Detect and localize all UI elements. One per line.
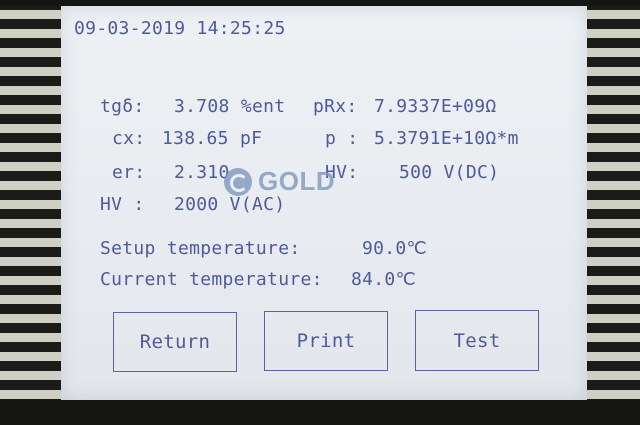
- prx-value: 7.9337E+09Ω: [374, 96, 497, 117]
- current-temperature-value: 84.0℃: [351, 269, 417, 290]
- setup-temperature-value: 90.0℃: [362, 238, 428, 259]
- print-button-label: Print: [296, 330, 356, 352]
- current-temperature-label: Current temperature:: [100, 269, 323, 290]
- return-button-label: Return: [139, 331, 211, 353]
- datetime-display: 09-03-2019 14:25:25: [74, 18, 286, 39]
- resistivity-label: p :: [325, 128, 359, 149]
- er-label: er:: [112, 162, 146, 183]
- print-button[interactable]: Print: [264, 311, 388, 371]
- gold-watermark: GOLD: [224, 166, 335, 197]
- cx-value: 138.65 pF: [162, 128, 263, 149]
- hv-ac-label: HV :: [100, 194, 145, 215]
- resistivity-value: 5.3791E+10Ω*m: [374, 128, 519, 149]
- lcd-screen: 09-03-2019 14:25:25 tgδ: 3.708 %ent pRx:…: [61, 6, 587, 400]
- return-button[interactable]: Return: [113, 312, 237, 372]
- prx-label: pRx:: [313, 96, 358, 117]
- tg-delta-label: tgδ:: [100, 96, 145, 117]
- test-button-label: Test: [453, 329, 501, 352]
- hv-ac-value: 2000 V(AC): [174, 194, 286, 215]
- bezel-bottom: [0, 400, 640, 425]
- er-value: 2.310: [174, 162, 230, 183]
- hv-dc-label: HV:: [325, 162, 359, 183]
- tg-delta-value: 3.708 %ent: [174, 96, 286, 117]
- hv-dc-value: 500 V(DC): [399, 162, 500, 183]
- cx-label: cx:: [112, 128, 146, 149]
- test-button[interactable]: Test: [415, 310, 539, 371]
- watermark-text: GOLD: [258, 166, 336, 196]
- setup-temperature-label: Setup temperature:: [100, 238, 301, 259]
